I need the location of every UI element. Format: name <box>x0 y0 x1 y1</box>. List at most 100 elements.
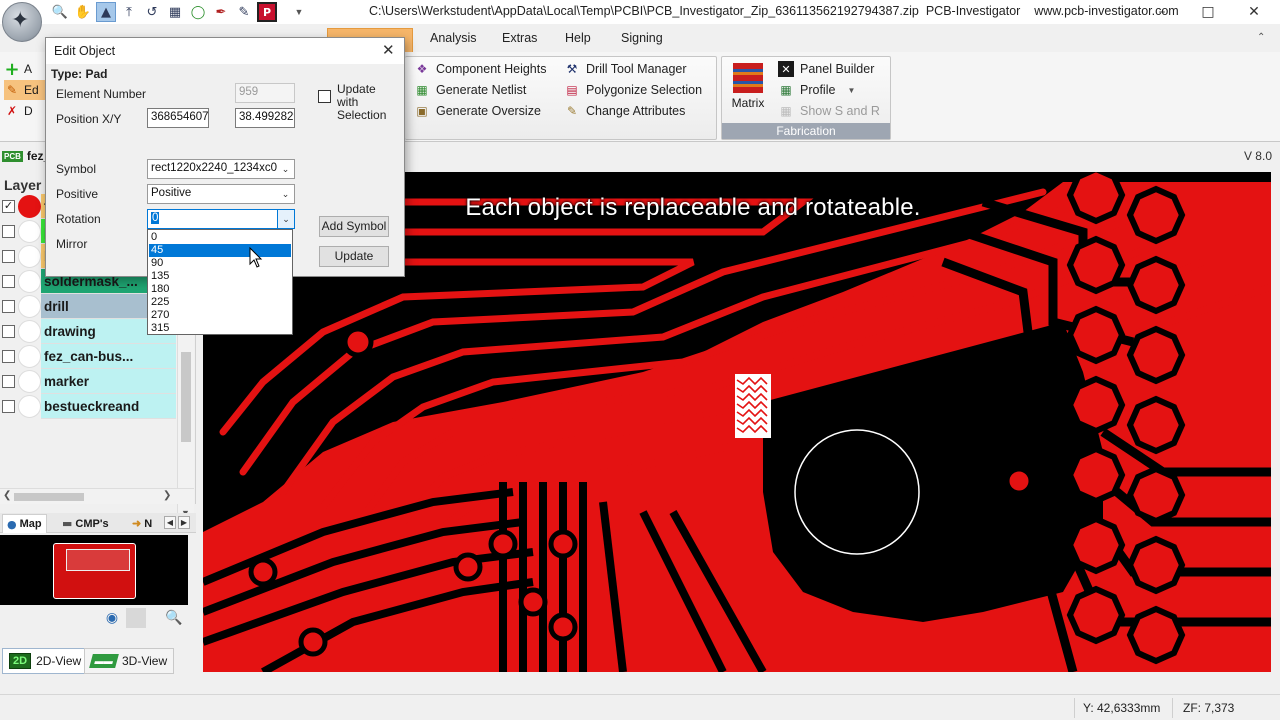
rotation-option[interactable]: 270 <box>149 309 291 322</box>
layer-row[interactable]: bestueckreand <box>0 394 176 419</box>
layer-color-dot[interactable] <box>18 245 41 268</box>
pan-hand-icon[interactable]: ✋ <box>73 2 93 22</box>
generate-oversize-button[interactable]: ▣ Generate Oversize <box>414 101 541 121</box>
rotation-option[interactable]: 315 <box>149 322 291 335</box>
positive-select[interactable]: Positive ⌄ <box>147 184 295 204</box>
layer-color-dot[interactable] <box>18 395 41 418</box>
pencil-icon[interactable]: ✎ <box>234 2 254 22</box>
layer-row[interactable]: marker <box>0 369 176 394</box>
panel-builder-button[interactable]: ✕ Panel Builder <box>778 59 874 79</box>
layer-color-dot[interactable] <box>18 220 41 243</box>
layer-horizontal-scrollbar[interactable]: ❮ ❯ <box>0 488 194 504</box>
layer-color-dot[interactable] <box>18 270 41 293</box>
rotation-select[interactable]: 0 ⌄ <box>147 209 295 229</box>
layer-name[interactable]: fez_can-bus... <box>41 344 176 369</box>
collapse-ribbon-icon[interactable]: ⌃ <box>1257 32 1265 43</box>
layer-name[interactable]: marker <box>41 369 176 394</box>
measure-icon[interactable]: ⤒ <box>119 2 139 22</box>
tab-map[interactable]: ● Map <box>2 514 47 533</box>
profile-dropdown-icon[interactable]: ▼ <box>847 86 855 95</box>
magnifier-icon[interactable]: 🔍 <box>164 608 184 628</box>
app-logo-icon[interactable]: ✦ <box>2 2 42 42</box>
edit-button[interactable]: ✎ Ed <box>4 80 48 100</box>
map-tab-prev-icon[interactable]: ◀ <box>164 516 176 529</box>
map-tab-next-icon[interactable]: ▶ <box>178 516 190 529</box>
update-button[interactable]: Update <box>319 246 389 267</box>
position-y-field[interactable]: 38.4992829 <box>235 108 295 128</box>
generate-netlist-button[interactable]: ▦ Generate Netlist <box>414 80 526 100</box>
tab-cmps[interactable]: ▬ CMP's <box>58 514 113 533</box>
layer-visibility-checkbox[interactable] <box>2 400 15 413</box>
add-symbol-button[interactable]: Add Symbol <box>319 216 389 237</box>
layer-name[interactable]: bestueckreand <box>41 394 176 419</box>
scroll-left-icon[interactable]: ❮ <box>3 490 11 501</box>
board-overview-map[interactable] <box>0 535 188 605</box>
add-button[interactable]: + A <box>4 59 48 80</box>
profile-button[interactable]: ▦ Profile ▼ <box>778 80 855 100</box>
tab-n[interactable]: ➜ N <box>128 514 156 533</box>
tab-analysis[interactable]: Analysis <box>430 31 477 45</box>
component-heights-button[interactable]: ❖ Component Heights <box>414 59 547 79</box>
maximize-icon[interactable]: □ <box>1185 0 1231 24</box>
rotation-option[interactable]: 135 <box>149 270 291 283</box>
layer-row[interactable]: fez_can-bus... <box>0 344 176 369</box>
matrix-button[interactable]: Matrix <box>730 61 766 119</box>
layer-visibility-checkbox[interactable] <box>2 325 15 338</box>
show-s-and-r-button[interactable]: ▦ Show S and R <box>778 101 880 121</box>
layer-visibility-checkbox[interactable] <box>2 225 15 238</box>
drill-tool-manager-button[interactable]: ⚒ Drill Tool Manager <box>564 59 687 79</box>
dialog-close-icon[interactable]: ✕ <box>382 41 395 59</box>
layer-color-dot[interactable] <box>18 195 41 218</box>
layer-visibility-checkbox[interactable] <box>2 275 15 288</box>
profile-icon: ▦ <box>780 83 792 97</box>
tab-signing[interactable]: Signing <box>621 31 663 45</box>
close-icon[interactable]: ✕ <box>1231 0 1277 24</box>
zoom-icon[interactable]: 🔍 <box>50 2 70 22</box>
layer-color-dot[interactable] <box>18 370 41 393</box>
map-blank-icon[interactable] <box>126 608 146 628</box>
layer-visibility-checkbox[interactable] <box>2 350 15 363</box>
2d-view-button[interactable]: 2D 2D-View <box>2 648 89 674</box>
viewport-frame[interactable] <box>66 549 130 571</box>
layer-color-dot[interactable] <box>18 345 41 368</box>
2d-view-label: 2D-View <box>36 654 82 668</box>
globe-view-icon[interactable]: ◉ <box>102 608 122 628</box>
grid-icon[interactable]: ▦ <box>165 2 185 22</box>
tab-help[interactable]: Help <box>565 31 591 45</box>
layer-visibility-checkbox[interactable] <box>2 250 15 263</box>
rotation-option[interactable]: 180 <box>149 283 291 296</box>
h-scroll-thumb[interactable] <box>14 493 84 501</box>
layer-visibility-checkbox[interactable]: ✓ <box>2 200 15 213</box>
rotation-label: Rotation <box>56 212 101 226</box>
circle-icon[interactable]: ◯ <box>188 2 208 22</box>
layer-color-dot[interactable] <box>18 320 41 343</box>
rotation-option[interactable]: 45 <box>149 244 291 257</box>
pen-icon[interactable]: ✒ <box>211 2 231 22</box>
change-attributes-button[interactable]: ✎ Change Attributes <box>564 101 685 121</box>
delete-button[interactable]: ✗ D <box>4 101 48 121</box>
layer-color-dot[interactable] <box>18 295 41 318</box>
chevron-down-icon[interactable]: ⌄ <box>277 160 294 178</box>
status-zoom-factor: ZF: 7,373 <box>1183 701 1235 715</box>
tab-extras[interactable]: Extras <box>502 31 537 45</box>
rotation-option[interactable]: 90 <box>149 257 291 270</box>
polygonize-selection-button[interactable]: ▤ Polygonize Selection <box>564 80 702 100</box>
chevron-down-icon[interactable]: ⌄ <box>277 210 294 228</box>
customize-toolbar-icon[interactable]: ▼ <box>292 2 306 22</box>
route-icon[interactable]: ↺ <box>142 2 162 22</box>
scroll-right-icon[interactable]: ❯ <box>163 490 171 501</box>
3d-view-button[interactable]: ▬▬ 3D-View <box>84 648 175 674</box>
minimize-icon[interactable]: – <box>1139 0 1185 24</box>
rotation-option[interactable]: 225 <box>149 296 291 309</box>
symbol-select[interactable]: rect1220x2240_1234xc0 ⌄ <box>147 159 295 179</box>
layer-visibility-checkbox[interactable] <box>2 375 15 388</box>
chevron-down-icon[interactable]: ⌄ <box>277 185 294 203</box>
scroll-thumb[interactable] <box>181 352 191 442</box>
pcbi-red-icon[interactable]: P <box>257 2 277 22</box>
file-tab[interactable]: PCB fez_ <box>2 146 50 166</box>
select-arrow-icon[interactable]: ▲ <box>96 2 116 22</box>
layer-visibility-checkbox[interactable] <box>2 300 15 313</box>
position-x-field[interactable]: 368654607 <box>147 108 209 128</box>
update-with-selection-checkbox[interactable] <box>318 90 331 103</box>
rotation-option[interactable]: 0 <box>149 231 291 244</box>
